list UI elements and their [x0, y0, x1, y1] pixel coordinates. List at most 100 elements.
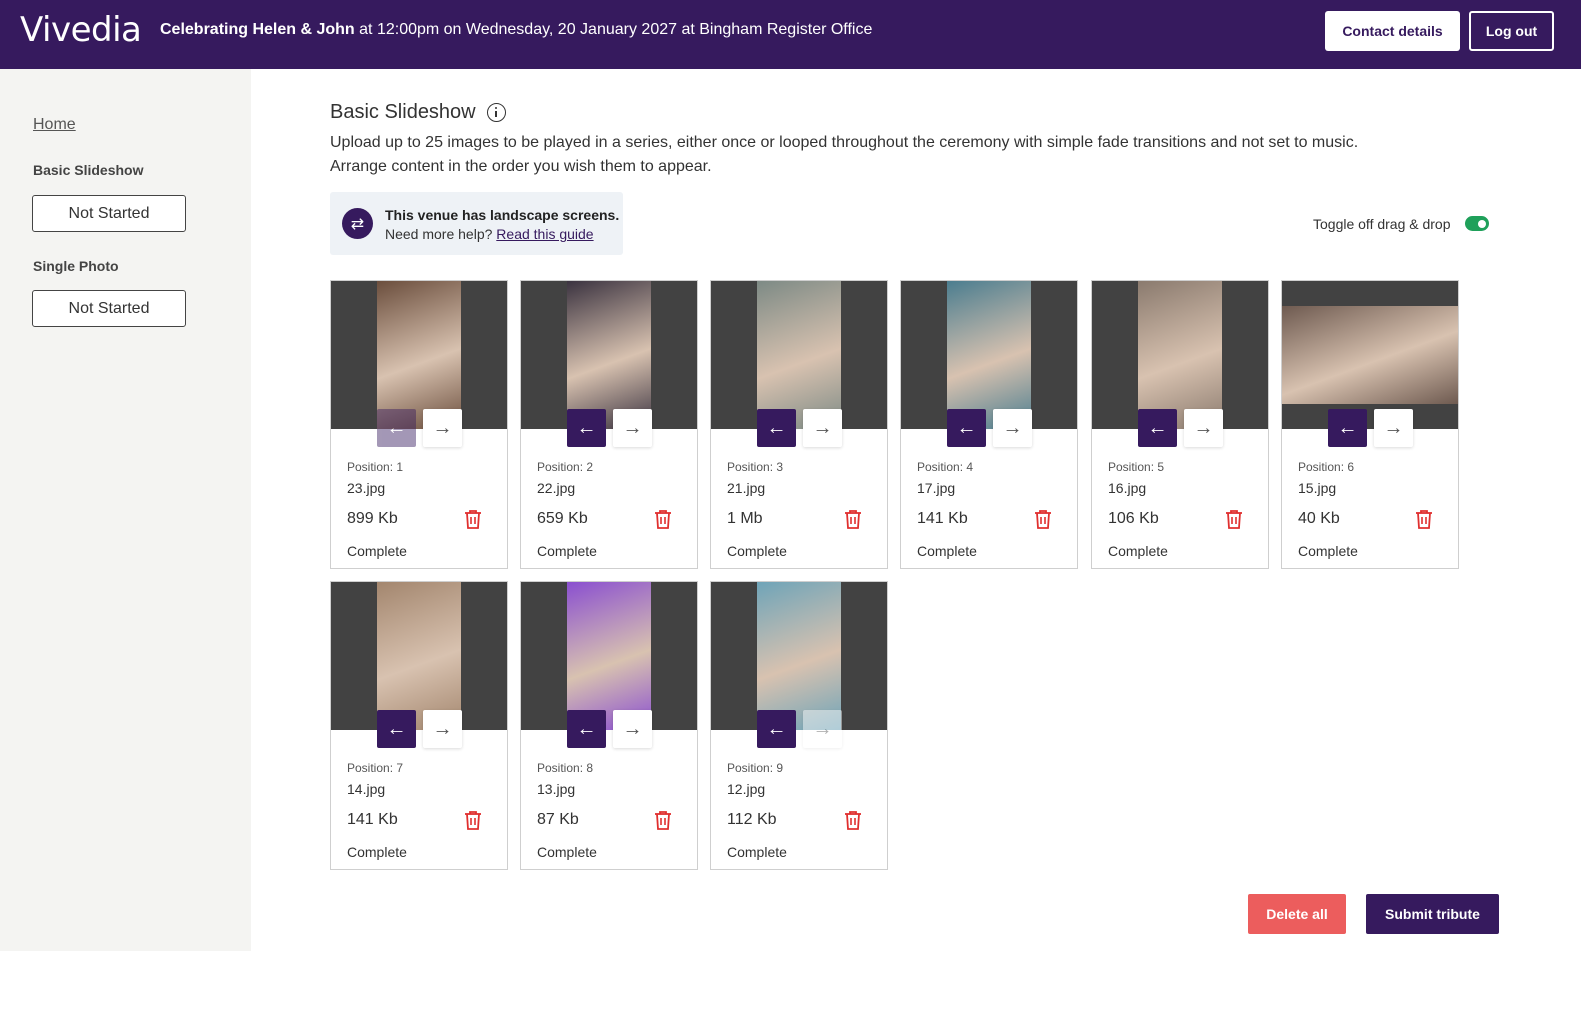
venue-notice-title: This venue has landscape screens.: [385, 207, 620, 223]
page-description: Upload up to 25 images to be played in a…: [330, 131, 1430, 179]
move-right-button[interactable]: →: [613, 710, 652, 748]
image-card[interactable]: ← → Position: 3 21.jpg 1 Mb Complete: [710, 280, 888, 569]
image-card[interactable]: ← → Position: 2 22.jpg 659 Kb Complete: [520, 280, 698, 569]
image-card[interactable]: ← → Position: 5 16.jpg 106 Kb Complete: [1091, 280, 1269, 569]
photo: [1138, 281, 1222, 429]
description-line-1: Upload up to 25 images to be played in a…: [330, 134, 1359, 151]
image-size: 112 Kb: [727, 811, 777, 828]
submit-tribute-button[interactable]: Submit tribute: [1366, 894, 1499, 934]
event-couple: Celebrating Helen & John: [160, 21, 355, 38]
photo: [757, 582, 841, 730]
move-left-button[interactable]: ←: [567, 409, 606, 447]
trash-icon[interactable]: [1225, 509, 1243, 529]
trash-icon[interactable]: [654, 509, 672, 529]
move-left-button[interactable]: ←: [1138, 409, 1177, 447]
venue-notice: ⇄ This venue has landscape screens. Need…: [330, 192, 623, 255]
image-thumbnail: [331, 582, 507, 730]
image-card[interactable]: ← → Position: 9 12.jpg 112 Kb Complete: [710, 581, 888, 870]
basic-slideshow-status-button[interactable]: Not Started: [32, 195, 186, 232]
upload-status: Complete: [1108, 543, 1168, 559]
logo[interactable]: Vivedia: [20, 10, 142, 50]
delete-all-button[interactable]: Delete all: [1248, 894, 1346, 934]
image-position: Position: 6: [1298, 460, 1355, 474]
drag-drop-toggle[interactable]: [1465, 216, 1489, 231]
trash-icon[interactable]: [1034, 509, 1052, 529]
move-right-button[interactable]: →: [803, 710, 842, 748]
move-left-button[interactable]: ←: [757, 409, 796, 447]
image-position: Position: 1: [347, 460, 404, 474]
page-title: Basic Slideshow: [330, 101, 506, 124]
image-filename: 22.jpg: [537, 480, 576, 496]
drag-drop-toggle-label: Toggle off drag & drop: [1313, 216, 1451, 232]
move-left-button[interactable]: ←: [567, 710, 606, 748]
image-size: 899 Kb: [347, 510, 398, 527]
image-size: 141 Kb: [347, 811, 398, 828]
image-thumbnail: [331, 281, 507, 429]
trash-icon[interactable]: [654, 810, 672, 830]
home-link[interactable]: Home: [33, 116, 76, 134]
photo: [567, 582, 651, 730]
trash-icon[interactable]: [844, 810, 862, 830]
image-filename: 12.jpg: [727, 781, 766, 797]
upload-status: Complete: [727, 844, 787, 860]
image-card[interactable]: ← → Position: 6 15.jpg 40 Kb Complete: [1281, 280, 1459, 569]
move-left-button[interactable]: ←: [377, 409, 416, 447]
move-right-button[interactable]: →: [1374, 409, 1413, 447]
image-card[interactable]: ← → Position: 1 23.jpg 899 Kb Complete: [330, 280, 508, 569]
move-left-button[interactable]: ←: [757, 710, 796, 748]
upload-status: Complete: [347, 844, 407, 860]
single-photo-status-button[interactable]: Not Started: [32, 290, 186, 327]
image-thumbnail: [1282, 281, 1458, 429]
image-filename: 23.jpg: [347, 480, 386, 496]
image-card[interactable]: ← → Position: 8 13.jpg 87 Kb Complete: [520, 581, 698, 870]
image-thumbnail: [521, 582, 697, 730]
image-position: Position: 4: [917, 460, 974, 474]
upload-status: Complete: [1298, 543, 1358, 559]
trash-icon[interactable]: [1415, 509, 1433, 529]
image-thumbnail: [711, 582, 887, 730]
image-size: 141 Kb: [917, 510, 968, 527]
photo: [757, 281, 841, 429]
image-filename: 17.jpg: [917, 480, 956, 496]
image-position: Position: 2: [537, 460, 594, 474]
sidebar: Home Basic Slideshow Not Started Single …: [0, 69, 251, 951]
move-right-button[interactable]: →: [613, 409, 652, 447]
image-thumbnail: [1092, 281, 1268, 429]
image-position: Position: 8: [537, 761, 594, 775]
event-details: at 12:00pm on Wednesday, 20 January 2027…: [359, 21, 873, 38]
contact-details-button[interactable]: Contact details: [1325, 11, 1460, 51]
info-icon[interactable]: [486, 103, 506, 122]
image-filename: 21.jpg: [727, 480, 766, 496]
photo: [947, 281, 1031, 429]
logout-button[interactable]: Log out: [1469, 11, 1554, 51]
upload-status: Complete: [917, 543, 977, 559]
move-right-button[interactable]: →: [423, 409, 462, 447]
move-right-button[interactable]: →: [993, 409, 1032, 447]
guide-link[interactable]: Read this guide: [496, 226, 593, 242]
image-thumbnail: [521, 281, 697, 429]
upload-status: Complete: [727, 543, 787, 559]
image-filename: 14.jpg: [347, 781, 386, 797]
move-left-button[interactable]: ←: [947, 409, 986, 447]
move-right-button[interactable]: →: [423, 710, 462, 748]
help-prefix: Need more help?: [385, 226, 493, 242]
trash-icon[interactable]: [844, 509, 862, 529]
page-title-text: Basic Slideshow: [330, 101, 476, 123]
move-left-button[interactable]: ←: [377, 710, 416, 748]
image-position: Position: 3: [727, 460, 784, 474]
move-right-button[interactable]: →: [803, 409, 842, 447]
image-filename: 16.jpg: [1108, 480, 1147, 496]
image-position: Position: 9: [727, 761, 784, 775]
move-left-button[interactable]: ←: [1328, 409, 1367, 447]
trash-icon[interactable]: [464, 810, 482, 830]
trash-icon[interactable]: [464, 509, 482, 529]
image-size: 106 Kb: [1108, 510, 1159, 527]
photo: [377, 281, 461, 429]
image-position: Position: 5: [1108, 460, 1165, 474]
description-line-2: Arrange content in the order you wish th…: [330, 158, 712, 175]
image-card[interactable]: ← → Position: 4 17.jpg 141 Kb Complete: [900, 280, 1078, 569]
image-card[interactable]: ← → Position: 7 14.jpg 141 Kb Complete: [330, 581, 508, 870]
move-right-button[interactable]: →: [1184, 409, 1223, 447]
sidebar-heading-single-photo: Single Photo: [33, 258, 119, 274]
upload-status: Complete: [537, 844, 597, 860]
